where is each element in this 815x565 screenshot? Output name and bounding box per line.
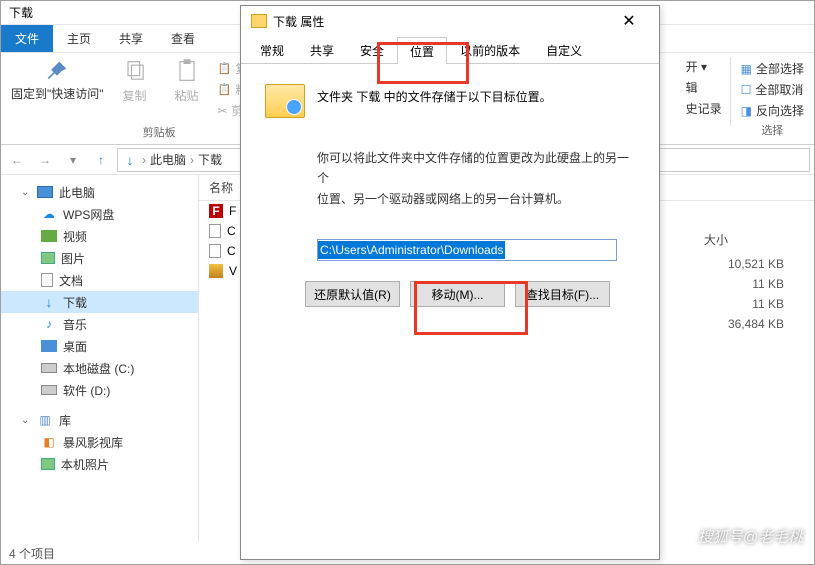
paste-button[interactable]: 粘贴 (166, 57, 208, 122)
nav-back-button[interactable]: ← (5, 148, 29, 172)
dialog-tabs: 常规 共享 安全 位置 以前的版本 自定义 (241, 36, 659, 64)
breadcrumb-downloads[interactable]: 下载 (198, 151, 222, 168)
tab-security[interactable]: 安全 (347, 36, 397, 63)
file-size: 10,521 KB (694, 257, 814, 277)
documents-icon (41, 273, 53, 287)
watermark: 搜狐号@老毛桃 (698, 526, 803, 547)
find-target-button[interactable]: 查找目标(F)... (515, 281, 610, 307)
select-none-icon: ☐ (741, 83, 752, 97)
pc-icon (37, 186, 53, 198)
tree-downloads[interactable]: ↓下载 (1, 291, 198, 313)
properties-dialog: 下载 属性 ✕ 常规 共享 安全 位置 以前的版本 自定义 文件夹 下载 中的文… (240, 5, 660, 560)
select-all-icon: ▦ (741, 62, 752, 76)
select-none-button[interactable]: ☐全部取消 (741, 80, 804, 99)
tree-libraries[interactable]: ⌄▥库 (1, 409, 198, 431)
size-column: 大小 10,521 KB 11 KB 11 KB 36,484 KB (694, 231, 814, 337)
copy-button[interactable]: 复制 (114, 57, 156, 122)
paste-icon (173, 57, 201, 85)
select-all-button[interactable]: ▦全部选择 (741, 59, 804, 78)
dialog-title: 下载 属性 (273, 13, 324, 30)
nav-up-button[interactable]: ↑ (89, 148, 113, 172)
file-icon (209, 244, 221, 258)
nav-tree: ⌄此电脑 ☁WPS网盘 视频 图片 文档 ↓下载 ♪音乐 桌面 本地磁盘 (C:… (1, 175, 199, 542)
tree-desktop[interactable]: 桌面 (1, 335, 198, 357)
pin-icon (43, 57, 71, 85)
downloads-icon: ↓ (122, 152, 138, 168)
dialog-info: 你可以将此文件夹中文件存储的位置更改为此硬盘上的另一个 位置、另一个驱动器或网络… (317, 148, 635, 209)
file-size: 11 KB (694, 297, 814, 317)
location-path-input[interactable]: C:\Users\Administrator\Downloads (317, 239, 617, 261)
invert-selection-button[interactable]: ◨反向选择 (741, 101, 804, 120)
restore-default-button[interactable]: 还原默认值(R) (305, 281, 400, 307)
disk-icon (41, 363, 57, 373)
file-size: 36,484 KB (694, 317, 814, 337)
ribbon-open-group: 开 ▾ 辑 史记录 (678, 53, 730, 144)
invert-icon: ◨ (741, 104, 752, 118)
nav-forward-button[interactable]: → (33, 148, 57, 172)
move-button[interactable]: 移动(M)... (410, 281, 505, 307)
tree-photos[interactable]: 本机照片 (1, 453, 198, 475)
close-button[interactable]: ✕ (609, 7, 649, 35)
pictures-icon (41, 252, 55, 264)
tree-cdisk[interactable]: 本地磁盘 (C:) (1, 357, 198, 379)
music-icon: ♪ (41, 316, 57, 332)
archive-icon (209, 264, 223, 278)
ribbon-group-select: ▦全部选择 ☐全部取消 ◨反向选择 选择 (731, 53, 814, 144)
library-icon: ▥ (37, 412, 53, 428)
tab-share[interactable]: 共享 (297, 36, 347, 63)
nav-recent-button[interactable]: ▾ (61, 148, 85, 172)
tree-storm[interactable]: ◧暴风影视库 (1, 431, 198, 453)
tree-documents[interactable]: 文档 (1, 269, 198, 291)
filezilla-icon: F (209, 204, 223, 218)
copy-icon (121, 57, 149, 85)
tree-wps[interactable]: ☁WPS网盘 (1, 203, 198, 225)
desktop-icon (41, 340, 57, 352)
chevron-right-icon: › (142, 153, 146, 167)
tab-view[interactable]: 查看 (157, 25, 209, 52)
open-button[interactable]: 开 ▾ (686, 57, 722, 76)
folder-icon (251, 14, 267, 28)
breadcrumb-pc[interactable]: 此电脑 › (150, 151, 194, 168)
tree-pictures[interactable]: 图片 (1, 247, 198, 269)
tab-custom[interactable]: 自定义 (533, 36, 595, 63)
scissors-icon: ✂ (218, 104, 228, 118)
tab-previous[interactable]: 以前的版本 (447, 36, 533, 63)
tab-home[interactable]: 主页 (53, 25, 105, 52)
tab-file[interactable]: 文件 (1, 25, 53, 52)
tab-share[interactable]: 共享 (105, 25, 157, 52)
window-title: 下载 (9, 4, 33, 21)
disk-icon (41, 385, 57, 395)
photos-icon (41, 458, 55, 470)
tab-location[interactable]: 位置 (397, 37, 447, 64)
tree-pc[interactable]: ⌄此电脑 (1, 181, 198, 203)
edit-button[interactable]: 辑 (686, 78, 722, 97)
dialog-description: 文件夹 下载 中的文件存储于以下目标位置。 (317, 84, 552, 105)
col-size[interactable]: 大小 (694, 231, 814, 257)
downloads-folder-icon (265, 84, 305, 118)
history-button[interactable]: 史记录 (686, 99, 722, 118)
file-icon (209, 224, 221, 238)
video-icon (41, 230, 57, 242)
downloads-icon: ↓ (41, 294, 57, 310)
path-text: C:\Users\Administrator\Downloads (318, 241, 505, 259)
item-count: 4 个项目 (9, 545, 55, 562)
tree-ddisk[interactable]: 软件 (D:) (1, 379, 198, 401)
tree-video[interactable]: 视频 (1, 225, 198, 247)
cloud-icon: ☁ (41, 206, 57, 222)
tab-general[interactable]: 常规 (247, 36, 297, 63)
file-size: 11 KB (694, 277, 814, 297)
tree-music[interactable]: ♪音乐 (1, 313, 198, 335)
storm-icon: ◧ (41, 434, 57, 450)
dialog-titlebar: 下载 属性 ✕ (241, 6, 659, 36)
dialog-body: 文件夹 下载 中的文件存储于以下目标位置。 你可以将此文件夹中文件存储的位置更改… (241, 64, 659, 327)
pin-button[interactable]: 固定到"快速访问" (11, 57, 104, 122)
